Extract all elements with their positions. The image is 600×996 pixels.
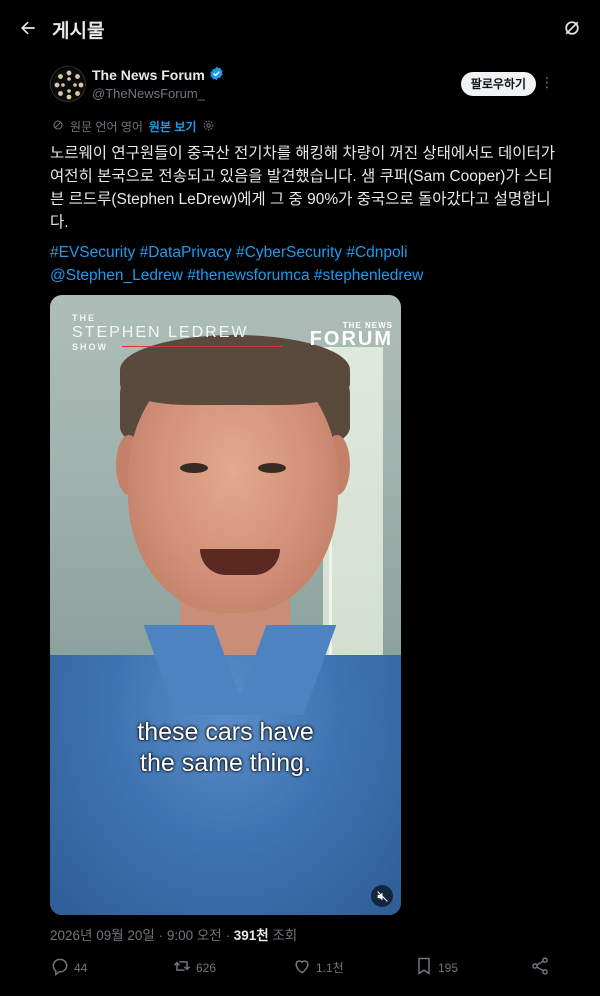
post-text: 노르웨이 연구원들이 중국산 전기차를 해킹해 차량이 꺼진 상태에서도 데이터… bbox=[50, 145, 556, 231]
back-arrow-icon[interactable] bbox=[14, 14, 42, 42]
hashtags-line-1[interactable]: #EVSecurity #DataPrivacy #CyberSecurity … bbox=[50, 241, 560, 264]
reply-button[interactable]: 44 bbox=[50, 956, 87, 979]
settings-gear-icon[interactable] bbox=[202, 119, 215, 135]
bookmark-icon bbox=[414, 956, 434, 979]
translate-icon bbox=[52, 119, 64, 134]
heart-icon bbox=[292, 956, 312, 979]
author-name[interactable]: The News Forum bbox=[92, 66, 224, 84]
video-player[interactable]: THE STEPHEN LEDREW SHOW THE NEWS FORUM t… bbox=[50, 295, 401, 915]
show-original-link[interactable]: 원본 보기 bbox=[149, 118, 197, 135]
refresh-icon[interactable] bbox=[558, 14, 586, 42]
caption-line-2: the same thing. bbox=[140, 749, 311, 777]
post-meta: 2026년 09월 20일 · 9:00 오전 · 391천 조회 bbox=[50, 924, 297, 944]
follow-button[interactable]: 팔로우하기 bbox=[460, 72, 536, 96]
forum-logo-big: FORUM bbox=[309, 328, 393, 350]
video-caption: these cars have the same thing. bbox=[50, 717, 401, 779]
repost-count: 626 bbox=[196, 960, 217, 975]
caption-line-1: these cars have bbox=[137, 718, 314, 746]
person-eye-left bbox=[180, 463, 208, 473]
more-options-icon[interactable]: ⋮ bbox=[540, 74, 554, 91]
author-row: The News Forum @TheNewsForum_ 팔로우하기 ⋮ bbox=[50, 64, 554, 108]
like-count: 1.1천 bbox=[316, 961, 344, 975]
reply-icon bbox=[50, 956, 70, 979]
post-hashtags: #EVSecurity #DataPrivacy #CyberSecurity … bbox=[50, 241, 560, 287]
hashtags-line-2[interactable]: @Stephen_Ledrew #thenewsforumca #stephen… bbox=[50, 264, 560, 287]
forum-logo: THE NEWS FORUM bbox=[310, 321, 393, 351]
mute-icon[interactable] bbox=[371, 885, 393, 907]
share-icon bbox=[530, 956, 550, 979]
author-handle[interactable]: @TheNewsForum_ bbox=[92, 86, 205, 101]
page-title: 게시물 bbox=[52, 21, 105, 42]
bookmark-button[interactable]: 195 bbox=[414, 956, 458, 979]
verified-badge-icon bbox=[209, 66, 224, 84]
show-logo-suffix: SHOW bbox=[72, 342, 108, 352]
post-date[interactable]: 2026년 09월 20일 · 9:00 오전 · bbox=[50, 928, 234, 943]
repost-button[interactable]: 626 bbox=[172, 956, 216, 979]
action-bar: 44 626 1.1천 195 bbox=[50, 956, 560, 982]
person-eye-right bbox=[258, 463, 286, 473]
bookmark-count: 195 bbox=[438, 960, 459, 975]
top-bar: 게시물 bbox=[0, 0, 600, 56]
view-label: 조회 bbox=[268, 928, 298, 943]
author-name-text: The News Forum bbox=[92, 67, 205, 83]
translation-note: 원문 언어 영어 bbox=[70, 120, 143, 134]
repost-icon bbox=[172, 956, 192, 979]
show-logo-line bbox=[122, 346, 282, 347]
share-button[interactable] bbox=[530, 956, 550, 979]
reply-count: 44 bbox=[74, 960, 88, 975]
show-logo-small: THE bbox=[72, 313, 96, 323]
show-logo-name: STEPHEN LEDREW bbox=[72, 324, 249, 341]
view-count: 391천 bbox=[233, 928, 269, 943]
translation-bar: 원문 언어 영어 원본 보기 bbox=[52, 118, 215, 135]
show-logo: THE STEPHEN LEDREW SHOW bbox=[72, 313, 282, 352]
avatar[interactable] bbox=[50, 66, 86, 102]
like-button[interactable]: 1.1천 bbox=[292, 956, 344, 979]
